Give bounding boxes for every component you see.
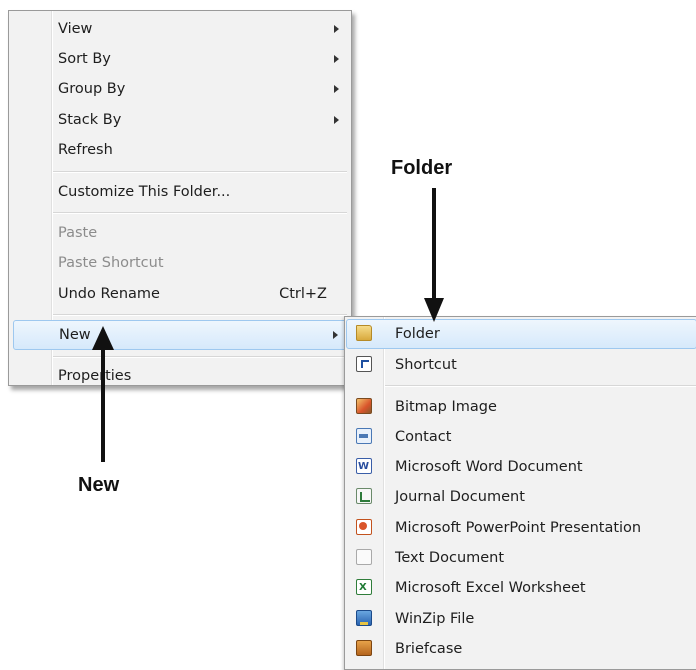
submenu-item-text-document[interactable]: Text Document [347,543,696,573]
submenu-arrow-icon [334,116,339,124]
new-annotation-label: New [78,474,120,496]
menu-item-properties[interactable]: Properties [11,361,349,391]
submenu-item-bitmap-image[interactable]: Bitmap Image [347,392,696,422]
menu-separator [53,171,347,172]
submenu-item-label: Bitmap Image [395,399,497,415]
menu-item-label: Properties [58,368,132,384]
menu-item-paste: Paste [11,218,349,248]
menu-item-label: View [58,21,93,37]
text-document-icon [356,549,372,565]
excel-worksheet-icon [356,573,372,603]
submenu-item-winzip-file[interactable]: WinZip File [347,604,696,634]
submenu-item-powerpoint-presentation[interactable]: Microsoft PowerPoint Presentation [347,513,696,543]
submenu-item-folder[interactable]: Folder [346,319,696,349]
submenu-item-excel-worksheet[interactable]: Microsoft Excel Worksheet [347,573,696,603]
submenu-item-label: WinZip File [395,611,475,627]
folder-annotation-arrow-icon [424,188,444,322]
menu-separator [385,385,696,386]
menu-item-label: Paste Shortcut [58,255,164,271]
submenu-item-label: Microsoft Word Document [395,459,583,475]
folder-icon [356,325,372,341]
menu-item-undo-rename[interactable]: Undo Rename Ctrl+Z [11,279,349,309]
menu-item-new[interactable]: New [13,320,349,350]
submenu-item-label: Microsoft Excel Worksheet [395,580,586,596]
folder-annotation-label: Folder [391,157,453,179]
submenu-item-label: Briefcase [395,641,463,657]
submenu-arrow-icon [334,85,339,93]
submenu-item-briefcase[interactable]: Briefcase [347,634,696,664]
menu-item-stack-by[interactable]: Stack By [11,105,349,135]
submenu-item-label: Journal Document [395,489,525,505]
word-document-icon [356,452,372,482]
menu-item-label: Undo Rename [58,286,160,302]
menu-item-customize-folder[interactable]: Customize This Folder... [11,177,349,207]
menu-separator [53,212,347,213]
keyboard-shortcut: Ctrl+Z [279,286,327,302]
menu-separator [53,356,347,357]
submenu-item-label: Microsoft PowerPoint Presentation [395,520,642,536]
menu-item-label: Sort By [58,51,111,67]
submenu-item-shortcut[interactable]: Shortcut [347,350,696,380]
submenu-item-contact[interactable]: Contact [347,422,696,452]
submenu-arrow-icon [334,25,339,33]
menu-item-paste-shortcut: Paste Shortcut [11,248,349,278]
contact-icon [356,428,372,444]
journal-document-icon [356,488,372,504]
bitmap-image-icon [356,398,372,414]
menu-item-sort-by[interactable]: Sort By [11,44,349,74]
new-submenu: Folder Shortcut Bitmap Image Contact Mic… [344,316,696,670]
menu-item-label: Customize This Folder... [58,184,231,200]
briefcase-icon [356,640,372,656]
shortcut-icon [356,356,372,372]
menu-item-refresh[interactable]: Refresh [11,135,349,165]
menu-item-label: Stack By [58,112,122,128]
menu-item-view[interactable]: View [11,14,349,44]
submenu-item-label: Text Document [395,550,505,566]
submenu-item-label: Shortcut [395,357,457,373]
submenu-item-label: Contact [395,429,452,445]
submenu-item-journal-document[interactable]: Journal Document [347,482,696,512]
powerpoint-presentation-icon [356,519,372,535]
menu-item-label: Group By [58,81,126,97]
winzip-file-icon [356,610,372,626]
menu-item-label: New [59,327,91,343]
submenu-arrow-icon [333,331,338,339]
menu-item-group-by[interactable]: Group By [11,74,349,104]
submenu-arrow-icon [334,55,339,63]
submenu-item-label: Folder [395,326,440,342]
menu-item-label: Refresh [58,142,113,158]
context-menu: View Sort By Group By Stack By Refresh C… [8,10,352,386]
menu-separator [53,314,347,315]
menu-item-label: Paste [58,225,98,241]
submenu-item-word-document[interactable]: Microsoft Word Document [347,452,696,482]
